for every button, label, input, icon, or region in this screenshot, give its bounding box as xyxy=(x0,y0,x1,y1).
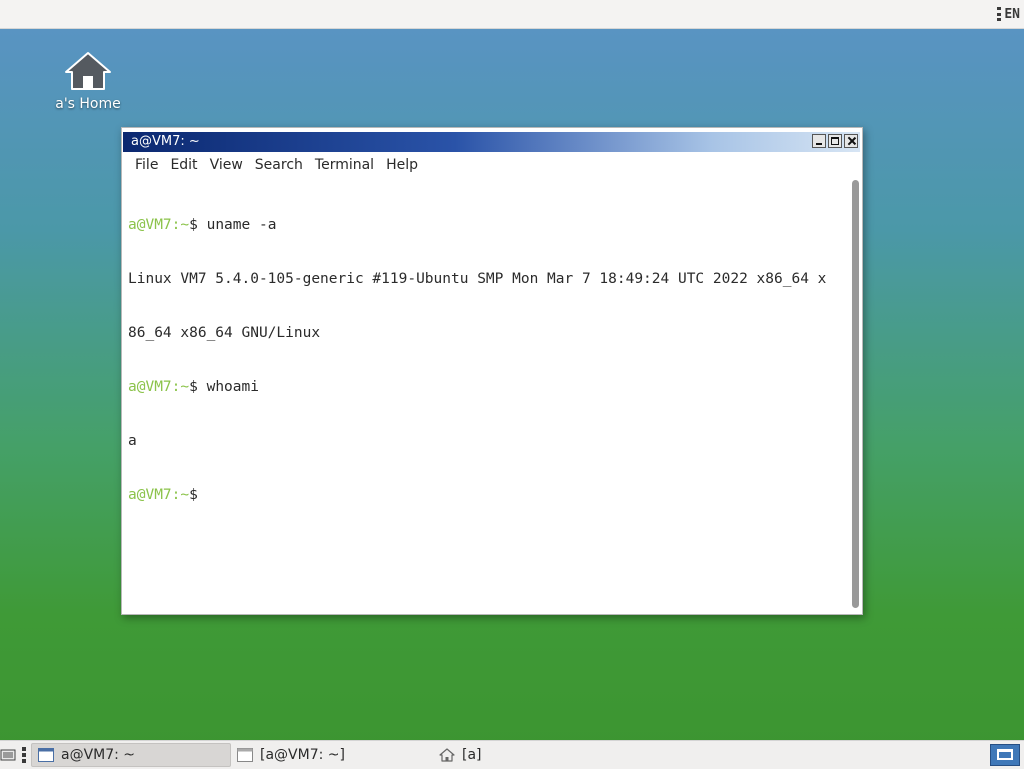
menu-terminal[interactable]: Terminal xyxy=(309,157,380,173)
prompt-path: :~ xyxy=(171,379,190,395)
menu-file[interactable]: File xyxy=(129,157,164,173)
top-panel: EN xyxy=(0,0,1024,29)
prompt-symbol: $ xyxy=(189,487,198,503)
close-button[interactable] xyxy=(844,134,858,148)
terminal-output[interactable]: a@VM7:~$ uname -a Linux VM7 5.4.0-105-ge… xyxy=(123,178,848,610)
app-menu-icon[interactable] xyxy=(0,747,16,763)
window-titlebar[interactable]: a@VM7: ~ xyxy=(123,132,860,152)
home-icon xyxy=(439,748,455,762)
menu-edit[interactable]: Edit xyxy=(164,157,203,173)
prompt-path: :~ xyxy=(171,217,190,233)
terminal-line: a@VM7:~$ whoami xyxy=(128,378,843,396)
command-text: uname -a xyxy=(197,217,277,233)
task-label: a@VM7: ~ xyxy=(61,747,136,763)
task-label: [a@VM7: ~] xyxy=(260,747,345,763)
prompt-user-host: a@VM7 xyxy=(128,217,172,233)
prompt-path: :~ xyxy=(171,487,190,503)
keyboard-layout-indicator[interactable]: EN xyxy=(997,6,1020,22)
prompt-user-host: a@VM7 xyxy=(128,379,172,395)
terminal-window: a@VM7: ~ File Edit View Search Terminal … xyxy=(121,127,863,615)
menu-bar: File Edit View Search Terminal Help xyxy=(123,154,860,176)
minimize-button[interactable] xyxy=(812,134,826,148)
window-icon xyxy=(237,748,253,762)
task-home-folder[interactable]: [a] xyxy=(433,743,633,767)
prompt-user-host: a@VM7 xyxy=(128,487,172,503)
menu-search[interactable]: Search xyxy=(249,157,309,173)
terminal-line: a@VM7:~$ xyxy=(128,486,843,504)
maximize-button[interactable] xyxy=(828,134,842,148)
command-text: whoami xyxy=(197,379,259,395)
home-icon xyxy=(65,52,111,90)
terminal-line: Linux VM7 5.4.0-105-generic #119-Ubuntu … xyxy=(128,271,827,287)
task-terminal-active[interactable]: a@VM7: ~ xyxy=(31,743,231,767)
panel-handle-icon xyxy=(997,7,1002,21)
menu-help[interactable]: Help xyxy=(380,157,424,173)
terminal-line: a xyxy=(128,433,137,449)
desktop-icon-home[interactable]: a's Home xyxy=(48,50,128,112)
scrollbar-thumb[interactable] xyxy=(852,180,859,608)
task-label: [a] xyxy=(462,747,482,763)
terminal-line: 86_64 x86_64 GNU/Linux xyxy=(128,325,321,341)
menu-view[interactable]: View xyxy=(204,157,249,173)
prompt-symbol: $ xyxy=(189,217,198,233)
taskbar-handle-icon xyxy=(22,747,26,763)
window-title: a@VM7: ~ xyxy=(131,134,200,149)
desktop-icon-label: a's Home xyxy=(55,96,121,112)
window-icon xyxy=(38,748,54,762)
terminal-scrollbar[interactable] xyxy=(849,178,861,610)
task-terminal-minimized[interactable]: [a@VM7: ~] xyxy=(231,743,431,767)
prompt-symbol: $ xyxy=(189,379,198,395)
keyboard-layout-label: EN xyxy=(1004,6,1020,22)
show-desktop-button[interactable] xyxy=(990,744,1020,766)
taskbar: a@VM7: ~ [a@VM7: ~] [a] xyxy=(0,740,1024,769)
terminal-line: a@VM7:~$ uname -a xyxy=(128,216,843,234)
window-controls xyxy=(812,134,858,148)
